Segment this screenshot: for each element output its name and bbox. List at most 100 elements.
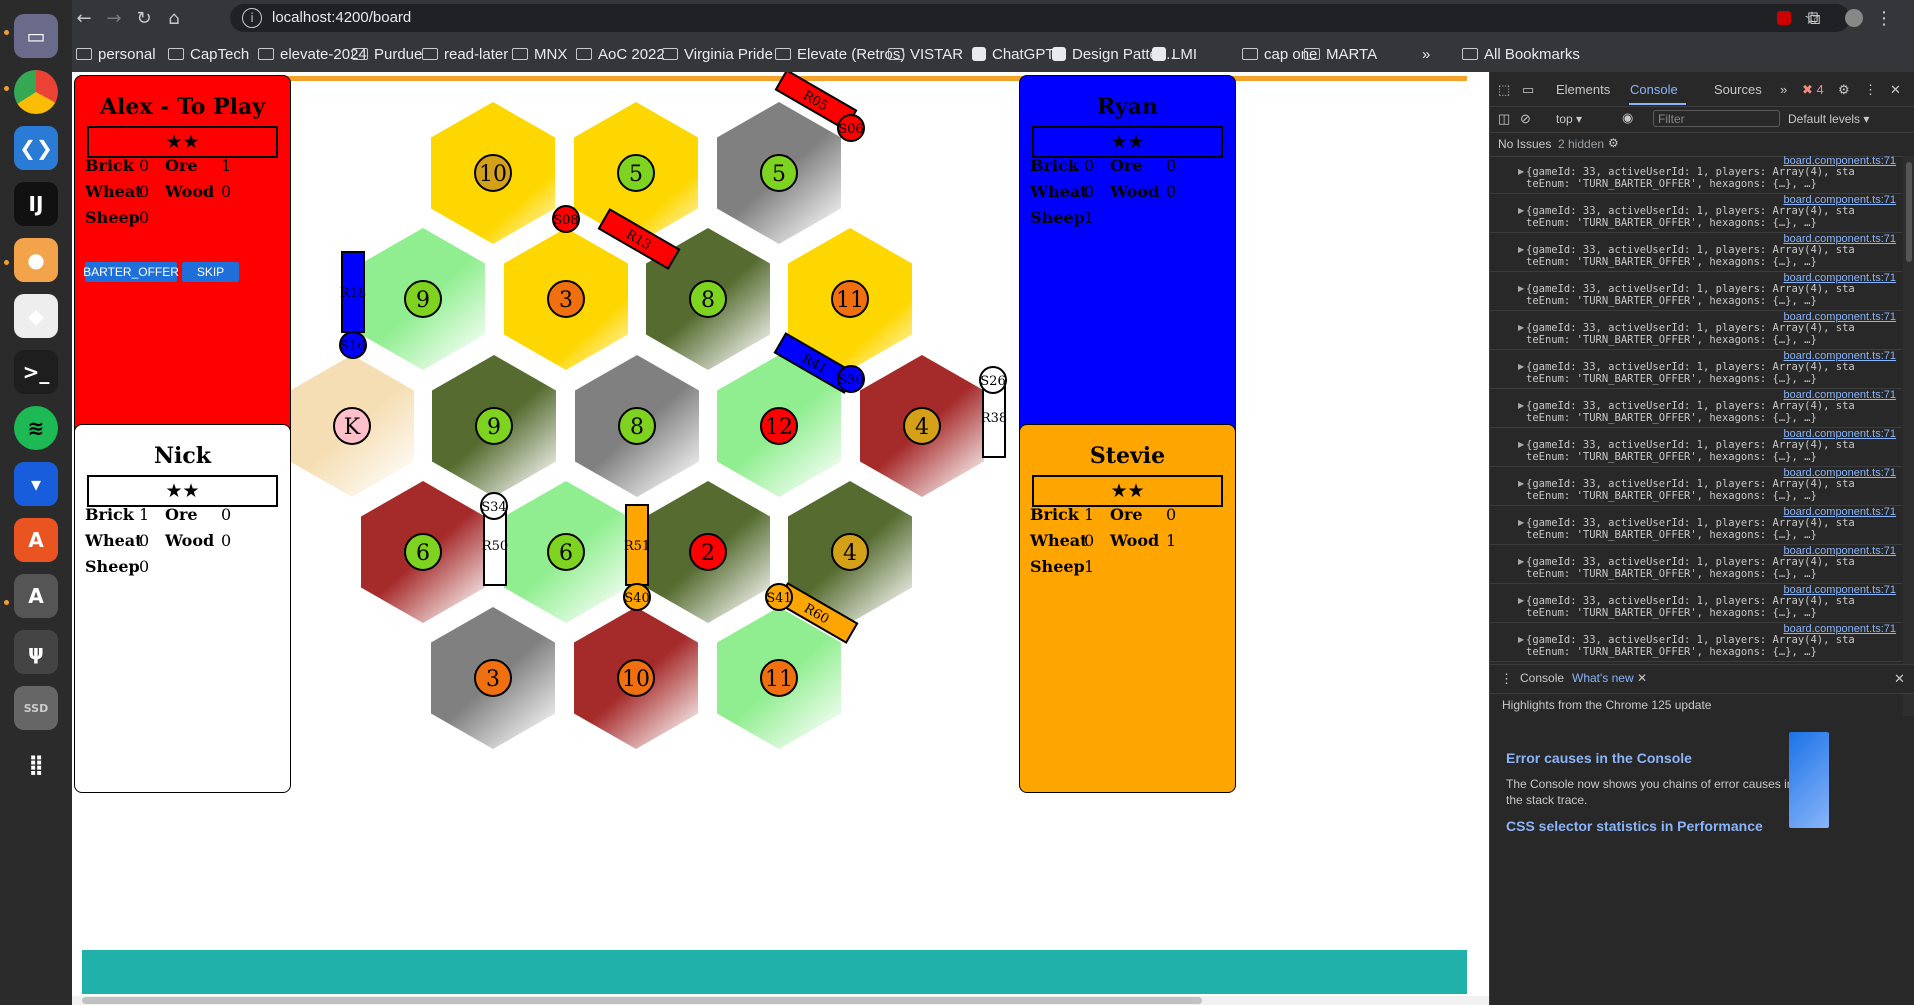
- browser-menu-icon[interactable]: ⋮: [1872, 6, 1896, 30]
- clear-console-icon[interactable]: ⊘: [1520, 111, 1531, 127]
- hex-tile-sheep[interactable]: 6: [504, 481, 628, 623]
- console-settings-icon[interactable]: ⚙: [1608, 136, 1619, 150]
- settings-gear-icon[interactable]: ⚙: [1838, 82, 1850, 98]
- expand-caret-icon[interactable]: ▶: [1518, 635, 1524, 644]
- console-log-entry[interactable]: board.component.ts:71 ▶ {gameId: 33, activ…: [1490, 583, 1902, 623]
- hidden-count[interactable]: 2 hidden: [1558, 137, 1604, 151]
- bookmark-virginia-pride[interactable]: Virginia Pride: [662, 46, 773, 63]
- settlement-s30[interactable]: S30: [837, 365, 865, 393]
- profile-avatar-icon[interactable]: [1842, 6, 1866, 30]
- bookmark-captech[interactable]: CapTech: [168, 46, 249, 63]
- console-log-entry[interactable]: board.component.ts:71 ▶ {gameId: 33, activ…: [1490, 427, 1902, 467]
- terminal-icon[interactable]: >_: [14, 350, 58, 394]
- drawer-tab-whats-new[interactable]: What's new ✕: [1572, 671, 1647, 685]
- settlement-s08[interactable]: S08: [552, 205, 580, 233]
- console-log-entry[interactable]: board.component.ts:71 ▶ {gameId: 33, activ…: [1490, 349, 1902, 389]
- hex-tile-ore[interactable]: 3: [431, 607, 555, 749]
- console-log-entry[interactable]: board.component.ts:71 ▶ {gameId: 33, activ…: [1490, 505, 1902, 545]
- inspect-icon[interactable]: ⬚: [1498, 82, 1510, 98]
- scrollbar-thumb[interactable]: [82, 997, 1202, 1004]
- all-bookmarks[interactable]: All Bookmarks: [1462, 46, 1580, 63]
- tab-elements[interactable]: Elements: [1556, 82, 1610, 97]
- bookmark-chatgpt[interactable]: ChatGPT: [972, 46, 1055, 63]
- console-log-entry[interactable]: board.component.ts:71 ▶ {gameId: 33, activ…: [1490, 232, 1902, 272]
- device-toggle-icon[interactable]: ▭: [1522, 82, 1534, 98]
- url-text[interactable]: localhost:4200/board: [272, 9, 411, 26]
- tab-sources[interactable]: Sources: [1714, 82, 1762, 97]
- expand-caret-icon[interactable]: ▶: [1518, 440, 1524, 449]
- hex-tile-wood[interactable]: 2: [646, 481, 770, 623]
- hex-tile-wheat[interactable]: 3: [504, 228, 628, 370]
- expand-caret-icon[interactable]: ▶: [1518, 362, 1524, 371]
- settlement-s06[interactable]: S06: [837, 114, 865, 142]
- expand-caret-icon[interactable]: ▶: [1518, 167, 1524, 176]
- home-icon[interactable]: ⌂: [162, 6, 186, 30]
- error-badge[interactable]: ✖ 4: [1802, 82, 1824, 98]
- extension-ublock-icon[interactable]: [1772, 6, 1796, 30]
- hex-tile-ore[interactable]: 5: [717, 102, 841, 244]
- forward-icon[interactable]: →: [102, 6, 126, 30]
- close-drawer-icon[interactable]: ✕: [1894, 671, 1905, 687]
- settlement-s41[interactable]: S41: [765, 583, 793, 611]
- devtools-menu-icon[interactable]: ⋮: [1864, 82, 1877, 98]
- whats-new-item-title[interactable]: Error causes in the Console: [1506, 750, 1692, 766]
- settlement-s26[interactable]: S26: [979, 366, 1007, 394]
- console-log-entry[interactable]: board.component.ts:71 ▶ {gameId: 33, activ…: [1490, 388, 1902, 428]
- road-r51[interactable]: R51: [624, 504, 650, 586]
- console-log-entry[interactable]: board.component.ts:71 ▶ {gameId: 33, activ…: [1490, 622, 1902, 662]
- apps-grid-icon[interactable]: ⣿: [14, 742, 58, 786]
- skip-button[interactable]: SKIP: [182, 262, 239, 282]
- console-log-entry[interactable]: board.component.ts:71 ▶ {gameId: 33, activ…: [1490, 271, 1902, 311]
- context-select[interactable]: top ▾: [1556, 112, 1582, 126]
- ssd-icon[interactable]: SSD: [14, 686, 58, 730]
- expand-caret-icon[interactable]: ▶: [1518, 206, 1524, 215]
- hex-tile-brick[interactable]: 6: [361, 481, 485, 623]
- console-log-entry[interactable]: board.component.ts:71 ▶ {gameId: 33, activ…: [1490, 156, 1902, 194]
- whats-new-item-title[interactable]: CSS selector statistics in Performance: [1506, 818, 1763, 834]
- vscode-icon[interactable]: ❮❯: [14, 126, 58, 170]
- site-info-icon[interactable]: i: [242, 8, 262, 28]
- software-updater-icon[interactable]: A: [14, 574, 58, 618]
- bookmark-mnx[interactable]: MNX: [512, 46, 567, 63]
- console-log-entry[interactable]: board.component.ts:71 ▶ {gameId: 33, activ…: [1490, 310, 1902, 350]
- hex-tile-wheat[interactable]: 10: [431, 102, 555, 244]
- reload-icon[interactable]: ↻: [132, 6, 156, 30]
- bookmark-aoc-2022[interactable]: AoC 2022: [576, 46, 665, 63]
- settlement-s40[interactable]: S40: [623, 583, 651, 611]
- expand-caret-icon[interactable]: ▶: [1518, 479, 1524, 488]
- bookmark-lmi[interactable]: LMI: [1152, 46, 1197, 63]
- console-log-entry[interactable]: board.component.ts:71 ▶ {gameId: 33, activ…: [1490, 466, 1902, 506]
- back-icon[interactable]: ←: [72, 6, 96, 30]
- console-scrollbar[interactable]: [1903, 156, 1914, 716]
- close-devtools-icon[interactable]: ✕: [1890, 82, 1901, 98]
- address-bar[interactable]: i localhost:4200/board ☆: [230, 4, 1850, 32]
- bitwarden-icon[interactable]: ▾: [14, 462, 58, 506]
- files-icon[interactable]: ▭: [14, 14, 58, 58]
- hex-tile-brick[interactable]: 10: [574, 607, 698, 749]
- bookmarks-overflow-icon[interactable]: »: [1422, 46, 1430, 63]
- app-store-icon[interactable]: A: [14, 518, 58, 562]
- bookmark-vistar[interactable]: VISTAR: [888, 46, 963, 63]
- chrome-icon[interactable]: [14, 70, 58, 114]
- settlement-s16[interactable]: S16: [339, 331, 367, 359]
- expand-caret-icon[interactable]: ▶: [1518, 596, 1524, 605]
- console-log-entry[interactable]: board.component.ts:71 ▶ {gameId: 33, activ…: [1490, 544, 1902, 584]
- log-levels-select[interactable]: Default levels ▾: [1788, 112, 1869, 126]
- settlement-s34[interactable]: S34: [480, 492, 508, 520]
- bookmark-elevate-2024[interactable]: elevate-2024: [258, 46, 367, 63]
- bookmark-personal[interactable]: personal: [76, 46, 156, 63]
- barter-offer-button[interactable]: BARTER_OFFER: [83, 262, 179, 282]
- hex-tile-sheep[interactable]: 9: [361, 228, 485, 370]
- live-expression-eye-icon[interactable]: ◉: [1622, 110, 1633, 126]
- bookmark-elevate-retros[interactable]: Elevate (Retros): [775, 46, 905, 63]
- dog-app-icon[interactable]: ●: [14, 238, 58, 282]
- expand-caret-icon[interactable]: ▶: [1518, 284, 1524, 293]
- extensions-icon[interactable]: ⧉: [1802, 6, 1826, 30]
- hex-tile-desert[interactable]: K: [290, 355, 414, 497]
- console-scrollbar-thumb[interactable]: [1906, 162, 1912, 262]
- spotify-icon[interactable]: ≋: [14, 406, 58, 450]
- drawer-tab-console[interactable]: Console: [1520, 671, 1564, 685]
- expand-caret-icon[interactable]: ▶: [1518, 323, 1524, 332]
- usb-icon[interactable]: ψ: [14, 630, 58, 674]
- hex-tile-brick[interactable]: 4: [860, 355, 984, 497]
